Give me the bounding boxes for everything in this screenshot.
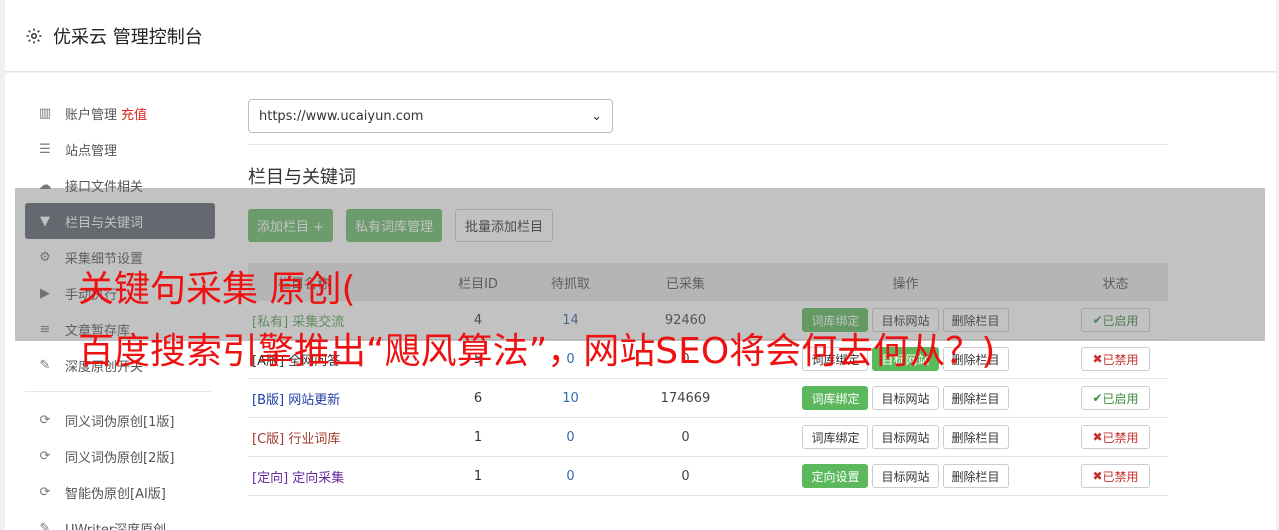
status-badge[interactable]: ✔ 已启用: [1081, 386, 1150, 410]
delete-column-button[interactable]: 删除栏目: [942, 425, 1009, 449]
site-select-value: https://www.ucaiyun.com: [259, 108, 424, 124]
row-wait[interactable]: 10: [518, 391, 623, 406]
row-name[interactable]: [定向] 定向采集: [252, 471, 344, 486]
site-select[interactable]: https://www.ucaiyun.com ⌄: [248, 99, 613, 133]
target-site-button[interactable]: 目标网站: [872, 425, 939, 449]
refresh-icon: ⟳: [39, 412, 51, 428]
sidebar-item-synonym-v1[interactable]: ⟳ 同义词伪原创[1版]: [25, 402, 215, 438]
divider: [248, 144, 1168, 145]
table-row: [定向] 定向采集 1 0 0 定向设置 目标网站 删除栏目 ✖ 已禁用: [248, 457, 1168, 496]
sidebar-item-label: 同义词伪原创[2版]: [65, 450, 175, 466]
status-badge[interactable]: ✖ 已禁用: [1081, 425, 1150, 449]
row-id: 1: [473, 429, 483, 445]
x-icon: ✖: [1092, 430, 1103, 444]
sidebar-item-label: 同义词伪原创[1版]: [65, 414, 175, 430]
sidebar-item-label: 账户管理: [65, 107, 118, 123]
status-badge[interactable]: ✖ 已禁用: [1081, 464, 1150, 488]
table-row: [B版] 网站更新 6 10 174669 词库绑定 目标网站 删除栏目 ✔ 已启…: [248, 379, 1168, 418]
edit-icon: ✎: [39, 520, 51, 530]
section-title: 栏目与关键词: [248, 167, 356, 188]
target-site-button[interactable]: 目标网站: [872, 386, 939, 410]
app-header: 优采云 管理控制台: [5, 0, 1276, 72]
table-row: [C版] 行业词库 1 0 0 词库绑定 目标网站 删除栏目 ✖ 已禁用: [248, 418, 1168, 457]
row-done: 174669: [660, 390, 711, 406]
status-badge[interactable]: ✖ 已禁用: [1081, 347, 1150, 371]
x-icon: ✖: [1092, 469, 1103, 483]
delete-column-button[interactable]: 删除栏目: [942, 464, 1009, 488]
sidebar-item-label: UWriter深度原创: [65, 522, 167, 530]
refresh-icon: ⟳: [39, 448, 51, 464]
x-icon: ✖: [1092, 352, 1103, 366]
chevron-down-icon: ⌄: [591, 108, 602, 124]
row-done: 0: [681, 429, 690, 445]
row-wait[interactable]: 0: [518, 430, 623, 445]
server-icon: ☰: [39, 141, 51, 157]
edit-icon: ✎: [39, 357, 51, 373]
sidebar-item-synonym-v2[interactable]: ⟳ 同义词伪原创[2版]: [25, 438, 215, 474]
row-done: 0: [681, 468, 690, 484]
sidebar-divider: [25, 391, 211, 392]
row-id: 1: [473, 468, 483, 484]
sidebar-item-account[interactable]: ▥ 账户管理 充值: [25, 95, 215, 131]
row-id: 6: [473, 390, 483, 406]
app-title: 优采云 管理控制台: [53, 26, 203, 48]
recharge-link[interactable]: 充值: [121, 104, 147, 123]
row-wait[interactable]: 0: [518, 469, 623, 484]
bar-chart-icon: ▥: [38, 105, 52, 121]
delete-column-button[interactable]: 删除栏目: [942, 386, 1009, 410]
directed-settings-button[interactable]: 定向设置: [802, 464, 869, 488]
bind-lib-button[interactable]: 词库绑定: [802, 425, 869, 449]
caption-overlay: [15, 188, 1265, 341]
row-name[interactable]: [C版] 行业词库: [252, 432, 340, 447]
sidebar-item-label: 智能伪原创[AI版]: [65, 486, 166, 502]
bind-lib-button[interactable]: 词库绑定: [802, 386, 869, 410]
sidebar-item-uwriter[interactable]: ✎ UWriter深度原创: [25, 510, 215, 530]
check-icon: ✔: [1092, 391, 1103, 405]
gear-icon: [26, 28, 42, 43]
sidebar-item-ai-rewrite[interactable]: ⟳ 智能伪原创[AI版]: [25, 474, 215, 510]
sidebar-item-sites[interactable]: ☰ 站点管理: [25, 131, 215, 167]
row-name[interactable]: [B版] 网站更新: [252, 393, 340, 408]
refresh-icon: ⟳: [39, 484, 51, 500]
sidebar-item-label: 站点管理: [65, 143, 118, 159]
target-site-button[interactable]: 目标网站: [872, 464, 939, 488]
caption-line-2: 百度搜索引擎推出“飓风算法”，网站SEO将会何去何从？): [78, 331, 996, 372]
caption-line-1: 关键句采集 原创(: [78, 269, 356, 310]
